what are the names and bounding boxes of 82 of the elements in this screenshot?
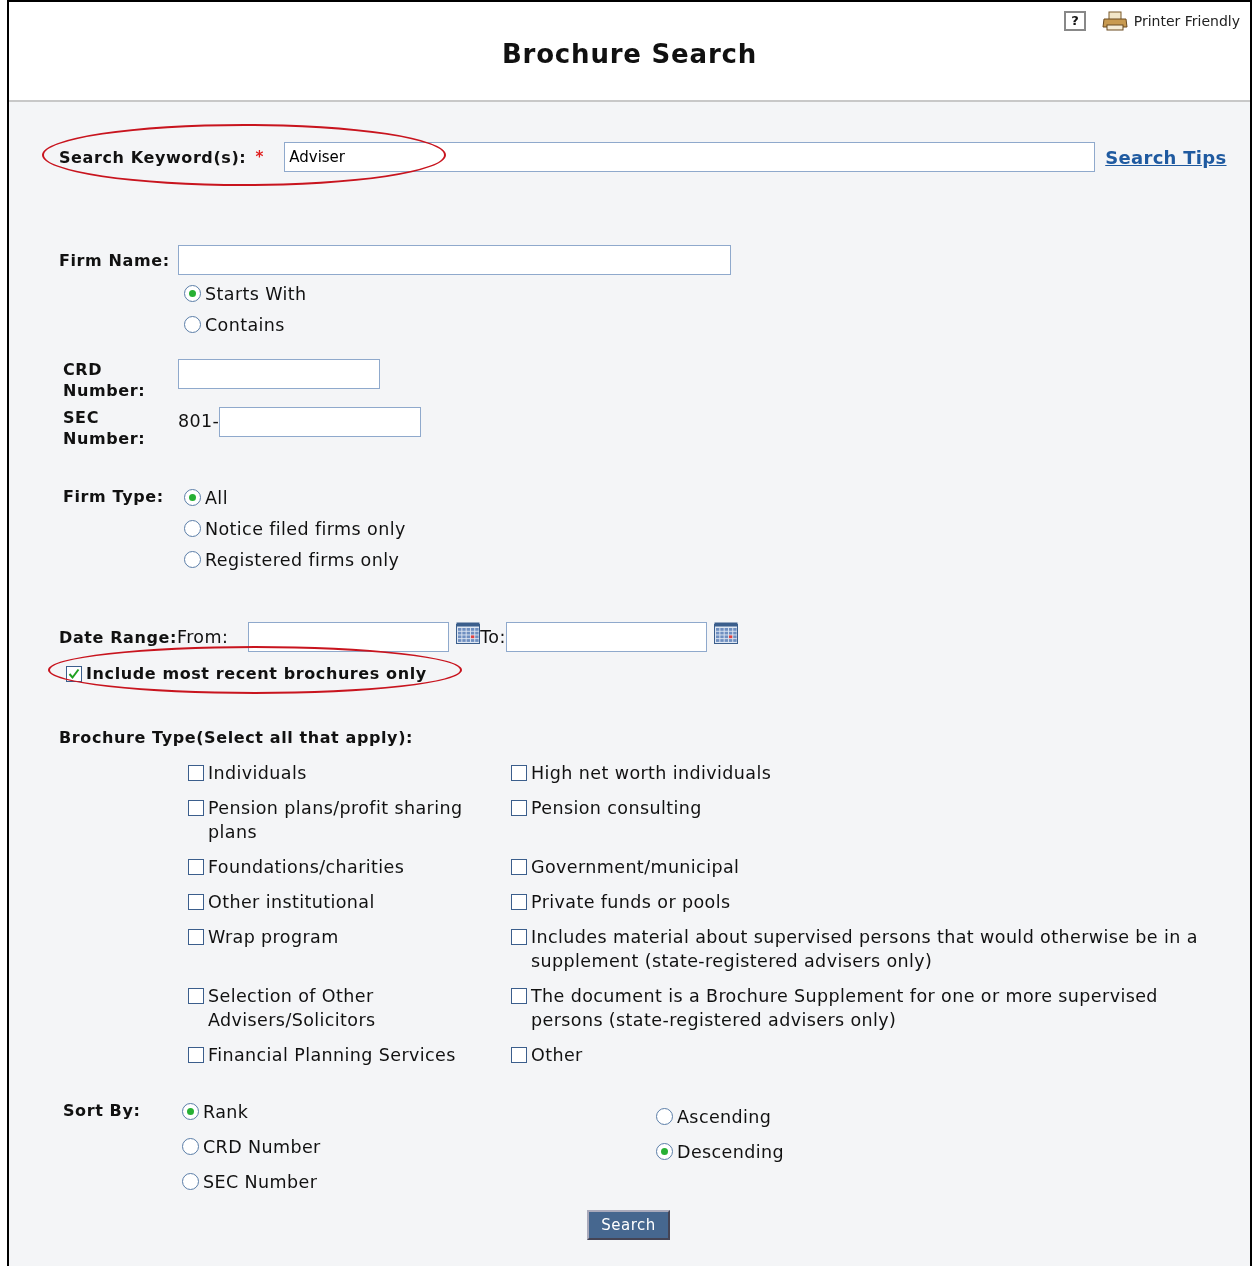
checkbox[interactable] [511,894,527,910]
checkbox[interactable] [511,1047,527,1063]
checkbox-label: Foundations/charities [208,856,405,879]
checkbox-label: Selection of Other Advisers/Solicitors [208,985,377,1032]
radio-button[interactable] [184,520,201,537]
section-heading: Brochure Type(Select all that apply): [59,728,415,747]
option-label: Ascending [677,1106,772,1127]
keyword-field[interactable]: Adviser [284,142,1096,172]
crd-number-field[interactable] [178,359,380,389]
radio-option[interactable]: All [184,487,406,508]
from-label: From: [176,627,229,647]
radio-button[interactable] [182,1103,199,1120]
checkbox-label: Includes material about supervised persons that would otherwise be in a supplement (state-registered advisers only) [531,926,1199,973]
checkbox-label: High net worth individuals [531,762,772,785]
radio-option[interactable]: Ascending [656,1106,784,1127]
radio-option[interactable]: Contains [184,314,1250,335]
radio-option[interactable]: Descending [656,1141,784,1162]
option-label: Rank [203,1101,249,1122]
option-label: CRD Number [203,1136,321,1157]
search-button[interactable]: Search [587,1210,670,1240]
firm-name-field[interactable] [178,245,731,275]
checkbox[interactable] [511,765,527,781]
radio-button[interactable] [184,489,201,506]
field-label: Date Range: [59,627,177,647]
field-label: Sort By: [63,1101,142,1120]
checkbox[interactable] [188,800,204,816]
checkbox[interactable] [188,765,204,781]
checkbox[interactable] [511,988,527,1004]
checkbox[interactable] [66,665,82,682]
field-label: Search Keyword(s): [59,147,247,167]
checkbox-label: Private funds or pools [531,891,731,914]
checkbox[interactable] [511,929,527,945]
from-date-field[interactable] [248,622,450,652]
help-button[interactable]: ? [1064,11,1086,31]
checkbox-label: Government/municipal [531,856,740,879]
to-label: To: [480,627,506,647]
to-date-field[interactable] [505,622,707,652]
field-label: Firm Name: [59,250,171,270]
radio-button[interactable] [182,1138,199,1155]
option-label: All [205,487,228,508]
search-tips-link[interactable]: Search Tips [1105,146,1227,168]
checkbox-label: Include most recent brochures only [86,664,427,683]
radio-button[interactable] [184,316,201,333]
checkbox[interactable] [188,1047,204,1063]
checkbox-label: Individuals [208,762,307,785]
field-label: CRD Number: [63,359,147,401]
printer-icon[interactable] [1101,11,1128,31]
radio-button[interactable] [656,1108,673,1125]
radio-option[interactable]: Rank [182,1101,656,1122]
calendar-icon[interactable] [456,622,481,644]
checkbox-label: Other institutional [208,891,375,914]
checkbox-label: Financial Planning Services [208,1044,456,1067]
required-asterisk: * [255,148,264,166]
sec-number-field[interactable] [219,407,422,437]
calendar-icon[interactable] [713,622,738,644]
radio-button[interactable] [184,551,201,568]
checkbox-label: Pension plans/profit sharing plans [208,797,464,844]
checkbox[interactable] [188,988,204,1004]
checkbox[interactable] [511,800,527,816]
radio-button[interactable] [656,1143,673,1160]
option-label: Descending [677,1141,784,1162]
checkbox[interactable] [511,859,527,875]
radio-button[interactable] [182,1173,199,1190]
checkbox-label: Pension consulting [531,797,702,820]
checkbox[interactable] [188,894,204,910]
option-label: SEC Number [203,1171,318,1192]
checkbox-label: Wrap program [208,926,339,949]
option-label: Starts With [205,283,307,304]
checkbox[interactable] [188,929,204,945]
option-label: Contains [205,314,285,335]
checkbox-label: The document is a Brochure Supplement for one or more supervised persons (state-registered advisers only) [531,985,1159,1032]
radio-option[interactable]: SEC Number [182,1171,656,1192]
field-label: Firm Type: [63,487,165,506]
page-title: Brochure Search [501,38,758,69]
radio-option[interactable]: CRD Number [182,1136,656,1157]
radio-option[interactable]: Starts With [184,283,1250,304]
sec-prefix: 801- [178,411,220,431]
radio-button[interactable] [184,285,201,302]
checkbox[interactable] [188,859,204,875]
printer-friendly-link[interactable]: Printer Friendly [1133,13,1240,29]
checkbox-label: Other [531,1044,583,1067]
field-label: SEC Number: [63,407,147,449]
